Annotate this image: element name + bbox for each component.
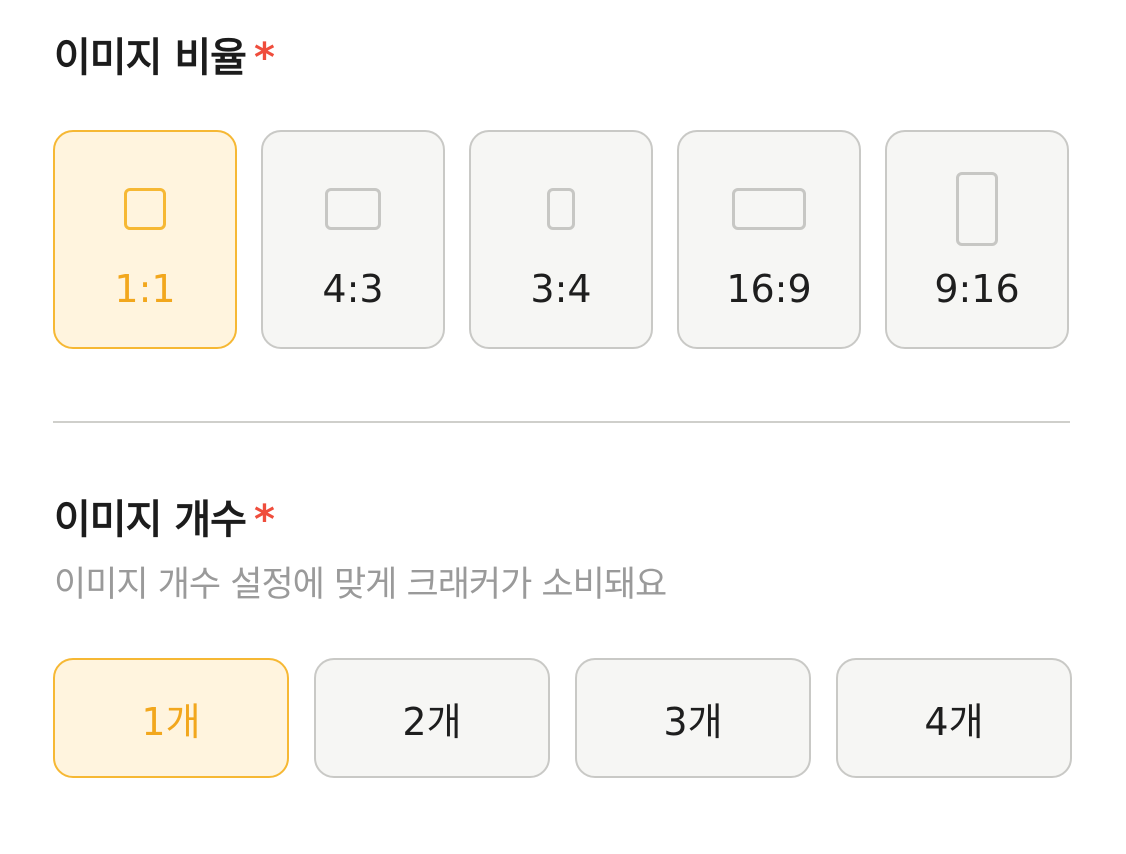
ratio-option-1-1[interactable]: 1:1: [53, 130, 237, 349]
count-option-3[interactable]: 3개: [575, 658, 811, 778]
ratio-option-9-16[interactable]: 9:16: [885, 130, 1069, 349]
ratio-option-label: 4:3: [322, 267, 384, 311]
image-count-title-text: 이미지 개수: [54, 497, 247, 543]
count-option-1[interactable]: 1개: [53, 658, 289, 778]
image-count-title: 이미지 개수 *: [54, 497, 275, 543]
count-option-4[interactable]: 4개: [836, 658, 1072, 778]
portrait-ratio-icon: [547, 188, 575, 230]
required-asterisk: *: [253, 497, 275, 543]
ratio-option-4-3[interactable]: 4:3: [261, 130, 445, 349]
ratio-option-16-9[interactable]: 16:9: [677, 130, 861, 349]
count-option-2[interactable]: 2개: [314, 658, 550, 778]
ratio-options: 1:1 4:3 3:4 16:9 9:16: [53, 130, 1069, 349]
count-options: 1개 2개 3개 4개: [53, 658, 1072, 778]
ratio-option-label: 9:16: [934, 267, 1020, 311]
landscape-ratio-icon: [325, 188, 381, 230]
ratio-option-3-4[interactable]: 3:4: [469, 130, 653, 349]
image-ratio-title: 이미지 비율 *: [54, 35, 275, 81]
ratio-option-label: 16:9: [726, 267, 812, 311]
section-divider: [53, 421, 1070, 423]
wide-ratio-icon: [732, 188, 806, 230]
ratio-option-label: 3:4: [530, 267, 592, 311]
image-count-description: 이미지 개수 설정에 맞게 크래커가 소비돼요: [54, 565, 667, 605]
tall-ratio-icon: [956, 172, 998, 246]
required-asterisk: *: [253, 35, 275, 81]
square-ratio-icon: [124, 188, 166, 230]
image-ratio-title-text: 이미지 비율: [54, 35, 247, 81]
ratio-option-label: 1:1: [114, 267, 176, 311]
